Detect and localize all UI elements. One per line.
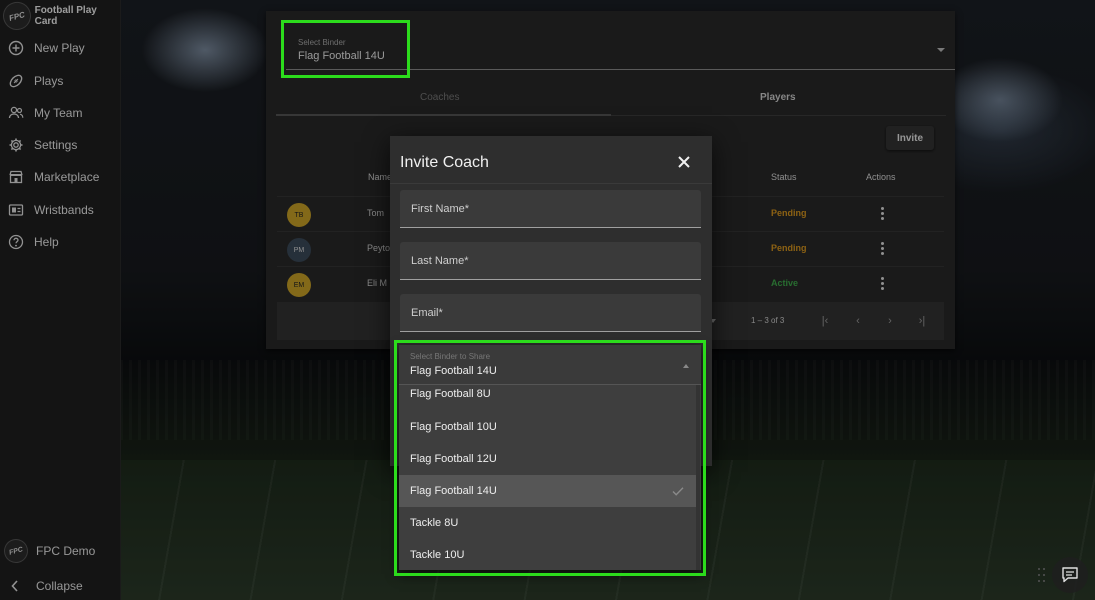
- close-icon[interactable]: [677, 155, 691, 169]
- option-label: Flag Football 8U: [410, 388, 491, 400]
- dropdown-option[interactable]: Tackle 8U: [399, 507, 696, 539]
- last-name-field[interactable]: Last Name*: [400, 242, 701, 280]
- dialog-title: Invite Coach: [400, 154, 489, 171]
- checkmark-icon: [672, 487, 684, 496]
- chat-button[interactable]: [1052, 557, 1088, 593]
- email-placeholder: Email*: [411, 307, 443, 319]
- dropdown-option-selected[interactable]: Flag Football 14U: [399, 475, 696, 507]
- option-label: Flag Football 14U: [410, 485, 497, 497]
- option-label: Tackle 8U: [410, 517, 459, 529]
- option-label: Flag Football 12U: [410, 453, 497, 465]
- first-name-placeholder: First Name*: [411, 203, 470, 215]
- dialog-divider: [390, 183, 712, 184]
- dropdown-option[interactable]: Tackle 10U: [399, 539, 696, 571]
- dropdown-option[interactable]: Flag Football 12U: [399, 443, 696, 475]
- binder-share-select[interactable]: Select Binder to Share Flag Football 14U: [399, 345, 701, 385]
- binder-share-label: Select Binder to Share: [410, 352, 491, 361]
- binder-share-dropdown: Select Binder to Share Flag Football 14U…: [399, 345, 701, 570]
- binder-share-value: Flag Football 14U: [410, 365, 497, 377]
- option-label: Flag Football 10U: [410, 421, 497, 433]
- drag-handle-icon[interactable]: [1036, 566, 1048, 584]
- email-field[interactable]: Email*: [400, 294, 701, 332]
- option-label: Tackle 10U: [410, 549, 465, 561]
- dropdown-option[interactable]: Flag Football 8U: [399, 382, 696, 406]
- chat-icon: [1062, 567, 1078, 583]
- dropdown-scrollbar[interactable]: [696, 385, 700, 570]
- dropdown-option[interactable]: Flag Football 10U: [399, 411, 696, 443]
- first-name-field[interactable]: First Name*: [400, 190, 701, 228]
- chevron-up-icon: [683, 364, 689, 368]
- last-name-placeholder: Last Name*: [411, 255, 469, 267]
